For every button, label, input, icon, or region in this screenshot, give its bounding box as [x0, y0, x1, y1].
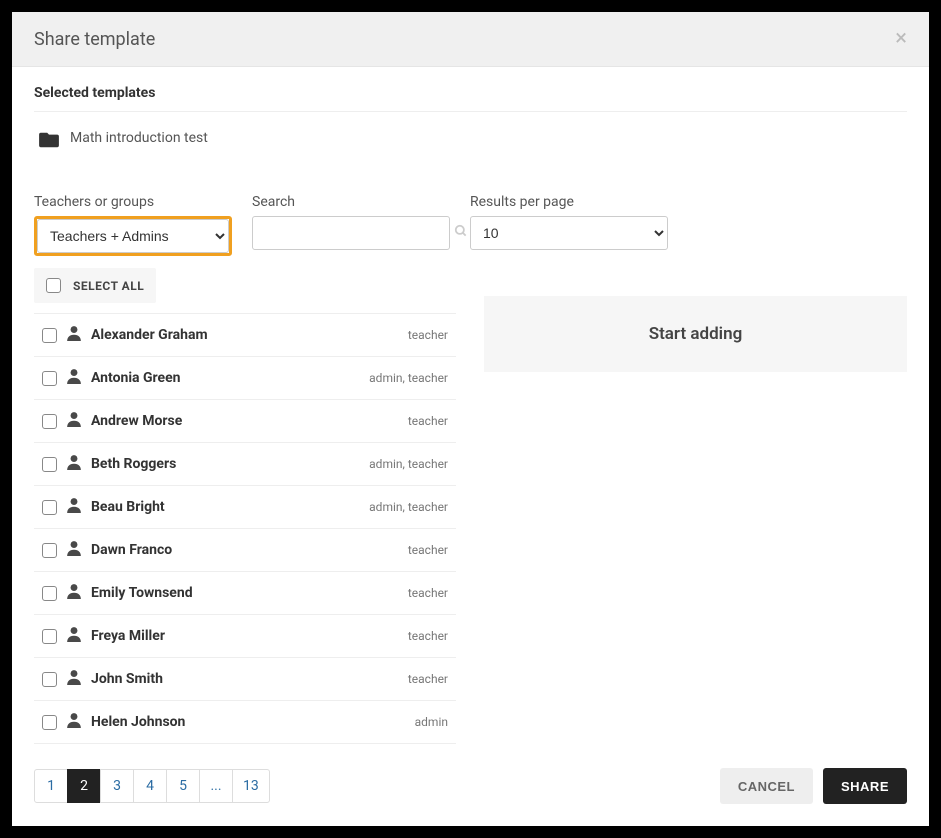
- search-input-wrap: [252, 216, 450, 250]
- modal-header: Share template ×: [12, 12, 929, 67]
- user-list-column: SELECT ALL Alexander Graham teacher Antoni…: [34, 268, 456, 752]
- user-checkbox[interactable]: [42, 414, 57, 429]
- user-row[interactable]: Alexander Graham teacher: [34, 314, 456, 357]
- user-checkbox[interactable]: [42, 672, 57, 687]
- user-row[interactable]: Freya Miller teacher: [34, 615, 456, 658]
- person-icon: [67, 454, 81, 474]
- person-icon: [67, 411, 81, 431]
- user-checkbox[interactable]: [42, 586, 57, 601]
- search-icon[interactable]: [454, 224, 468, 242]
- user-name: John Smith: [91, 671, 398, 687]
- user-list: Alexander Graham teacher Antonia Green admi…: [34, 313, 456, 744]
- filters-row: Teachers or groups Teachers + Admins Sea…: [34, 194, 907, 256]
- search-filter: Search: [252, 194, 450, 256]
- user-row[interactable]: Beth Roggers admin, teacher: [34, 443, 456, 486]
- person-icon: [67, 626, 81, 646]
- page-ellipsis: ...: [199, 769, 233, 803]
- user-name: Beau Bright: [91, 499, 359, 515]
- user-row[interactable]: John Smith teacher: [34, 658, 456, 701]
- user-checkbox[interactable]: [42, 629, 57, 644]
- selected-templates-heading: Selected templates: [34, 85, 907, 112]
- selection-column: Start adding: [484, 268, 907, 752]
- rpp-filter-label: Results per page: [470, 194, 668, 210]
- page-button[interactable]: 1: [34, 769, 68, 803]
- selected-template-name: Math introduction test: [70, 130, 208, 146]
- user-row[interactable]: Helen Johnson admin: [34, 701, 456, 744]
- person-icon: [67, 540, 81, 560]
- page-button[interactable]: 4: [133, 769, 167, 803]
- user-checkbox[interactable]: [42, 371, 57, 386]
- page-button[interactable]: 3: [100, 769, 134, 803]
- folder-icon: [38, 131, 58, 146]
- user-name: Helen Johnson: [91, 714, 405, 730]
- user-checkbox[interactable]: [42, 543, 57, 558]
- user-role: admin, teacher: [369, 371, 448, 385]
- page-button[interactable]: 5: [166, 769, 200, 803]
- user-role: teacher: [408, 543, 448, 557]
- results-per-page-select[interactable]: 10: [470, 216, 668, 250]
- user-name: Beth Roggers: [91, 456, 359, 472]
- user-name: Freya Miller: [91, 628, 398, 644]
- modal-footer: 12345...13 CANCEL SHARE: [12, 752, 929, 826]
- close-icon[interactable]: ×: [895, 28, 907, 50]
- user-name: Antonia Green: [91, 370, 359, 386]
- cancel-button[interactable]: CANCEL: [720, 768, 813, 804]
- start-adding-panel: Start adding: [484, 296, 907, 372]
- person-icon: [67, 325, 81, 345]
- user-row[interactable]: Emily Townsend teacher: [34, 572, 456, 615]
- user-row[interactable]: Antonia Green admin, teacher: [34, 357, 456, 400]
- pagination: 12345...13: [34, 769, 270, 803]
- teachers-select[interactable]: Teachers + Admins: [37, 219, 229, 253]
- user-role: teacher: [408, 672, 448, 686]
- modal-body: Selected templates Math introduction tes…: [12, 67, 929, 752]
- user-role: teacher: [408, 328, 448, 342]
- select-all-row[interactable]: SELECT ALL: [34, 268, 156, 303]
- person-icon: [67, 669, 81, 689]
- search-filter-label: Search: [252, 194, 450, 210]
- content-columns: SELECT ALL Alexander Graham teacher Antoni…: [34, 268, 907, 752]
- user-name: Emily Townsend: [91, 585, 398, 601]
- user-checkbox[interactable]: [42, 715, 57, 730]
- user-name: Andrew Morse: [91, 413, 398, 429]
- user-role: teacher: [408, 414, 448, 428]
- user-role: admin: [415, 715, 448, 729]
- user-row[interactable]: Andrew Morse teacher: [34, 400, 456, 443]
- page-button[interactable]: 2: [67, 769, 101, 803]
- user-name: Dawn Franco: [91, 542, 398, 558]
- select-all-label: SELECT ALL: [73, 279, 144, 293]
- user-checkbox[interactable]: [42, 328, 57, 343]
- user-role: teacher: [408, 629, 448, 643]
- footer-actions: CANCEL SHARE: [720, 768, 907, 804]
- person-icon: [67, 497, 81, 517]
- user-name: Alexander Graham: [91, 327, 398, 343]
- selected-template-row: Math introduction test: [34, 122, 907, 156]
- user-role: admin, teacher: [369, 457, 448, 471]
- person-icon: [67, 583, 81, 603]
- teachers-filter: Teachers or groups Teachers + Admins: [34, 194, 232, 256]
- rpp-filter: Results per page 10: [470, 194, 668, 256]
- user-row[interactable]: Beau Bright admin, teacher: [34, 486, 456, 529]
- modal-title: Share template: [34, 29, 155, 50]
- select-all-checkbox[interactable]: [46, 278, 61, 293]
- teachers-filter-label: Teachers or groups: [34, 194, 232, 210]
- user-checkbox[interactable]: [42, 457, 57, 472]
- share-template-modal: Share template × Selected templates Math…: [12, 12, 929, 826]
- teachers-select-highlight: Teachers + Admins: [34, 216, 232, 256]
- share-button[interactable]: SHARE: [823, 768, 907, 804]
- person-icon: [67, 368, 81, 388]
- search-input[interactable]: [263, 217, 448, 249]
- person-icon: [67, 712, 81, 732]
- user-role: teacher: [408, 586, 448, 600]
- user-checkbox[interactable]: [42, 500, 57, 515]
- page-button[interactable]: 13: [232, 769, 270, 803]
- user-row[interactable]: Dawn Franco teacher: [34, 529, 456, 572]
- user-role: admin, teacher: [369, 500, 448, 514]
